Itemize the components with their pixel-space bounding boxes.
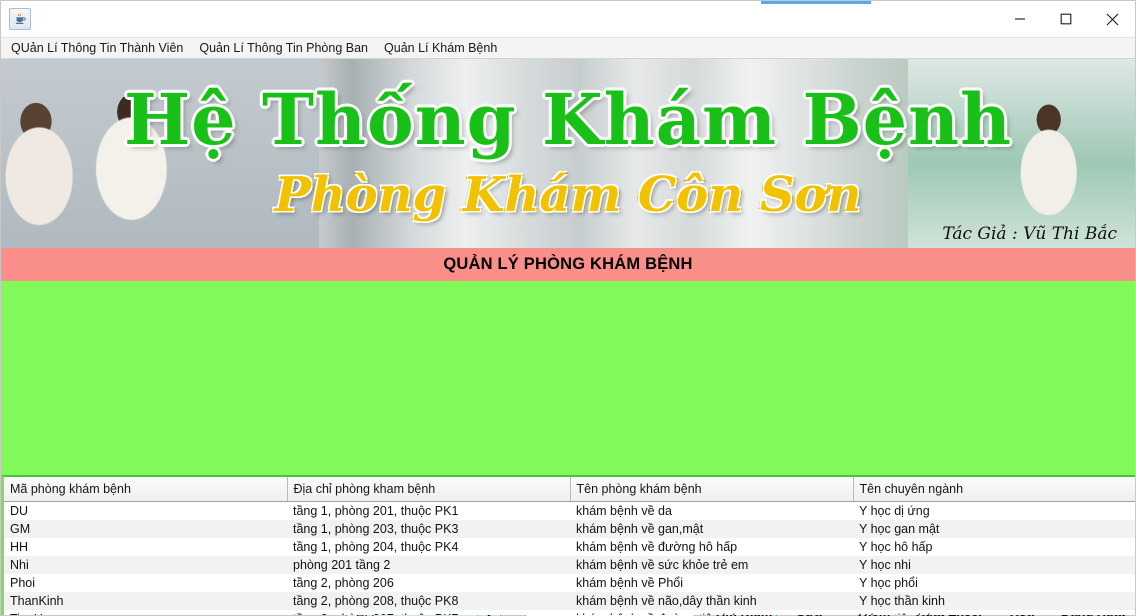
table-row[interactable]: Nhi phòng 201 tầng 2 khám bệnh về sức kh… xyxy=(4,556,1135,574)
cell-chuyen-nganh: Y học hô hấp xyxy=(853,538,1135,556)
results-table: Mã phòng khám bệnh Địa chỉ phòng kham bệ… xyxy=(4,477,1135,615)
table-row[interactable]: HH tầng 1, phòng 204, thuộc PK4 khám bện… xyxy=(4,538,1135,556)
cell-dia-chi: phòng 201 tầng 2 xyxy=(287,556,570,574)
table-header-row: Mã phòng khám bệnh Địa chỉ phòng kham bệ… xyxy=(4,477,1135,502)
maximize-icon[interactable] xyxy=(1043,1,1089,37)
cell-ten-phong: khám bệnh về da xyxy=(570,501,853,520)
column-header-ten-phong[interactable]: Tên phòng khám bệnh xyxy=(570,477,854,502)
title-accent-strip xyxy=(761,1,871,4)
menu-quan-li-thong-tin-thanh-vien[interactable]: QUản Lí Thông Tin Thành Viên xyxy=(11,41,183,55)
header-banner: Hệ Thống Khám Bệnh Phòng Khám Côn Sơn Tá… xyxy=(1,59,1135,248)
column-header-chuyen-nganh[interactable]: Tên chuyên ngành xyxy=(853,477,1135,502)
cell-chuyen-nganh: Y học tiêu hóa xyxy=(853,610,1135,615)
banner-author: Tác Giả : Vũ Thi Bắc xyxy=(942,224,1117,244)
cell-dia-chi: tầng 2, phòng 207, thuộc PK7 xyxy=(287,610,570,615)
cell-ten-phong: khám bệnh về sức khỏe trẻ em xyxy=(570,556,853,574)
cell-chuyen-nganh: Y học thần kinh xyxy=(853,592,1135,610)
table-row[interactable]: TieuHoa tầng 2, phòng 207, thuộc PK7 khá… xyxy=(4,610,1135,615)
title-bar xyxy=(1,1,1135,37)
cell-dia-chi: tầng 2, phòng 206 xyxy=(287,574,570,592)
application-window: QUản Lí Thông Tin Thành Viên Quản Lí Thô… xyxy=(0,0,1136,616)
cell-chuyen-nganh: Y học dị ứng xyxy=(853,501,1135,520)
results-table-container[interactable]: Mã phòng khám bệnh Địa chỉ phòng kham bệ… xyxy=(1,475,1135,615)
table-row[interactable]: DU tầng 1, phòng 201, thuộc PK1 khám bện… xyxy=(4,501,1135,520)
cell-dia-chi: tầng 2, phòng 208, thuộc PK8 xyxy=(287,592,570,610)
table-body: DU tầng 1, phòng 201, thuộc PK1 khám bện… xyxy=(4,501,1135,615)
page-title: QUẢN LÝ PHÒNG KHÁM BỆNH xyxy=(1,248,1135,281)
cell-ten-phong: khám bệnh về Phổi xyxy=(570,574,853,592)
cell-dia-chi: tầng 1, phòng 201, thuộc PK1 xyxy=(287,501,570,520)
cell-ma-phong: HH xyxy=(4,538,287,556)
column-header-dia-chi[interactable]: Địa chỉ phòng kham bệnh xyxy=(287,477,571,502)
cell-ma-phong: TieuHoa xyxy=(4,610,287,615)
column-header-ma-phong[interactable]: Mã phòng khám bệnh xyxy=(4,477,288,502)
table-row[interactable]: GM tầng 1, phòng 203, thuộc PK3 khám bện… xyxy=(4,520,1135,538)
banner-title: Hệ Thống Khám Bệnh xyxy=(124,78,1012,161)
java-coffee-cup-icon xyxy=(9,8,31,30)
menu-quan-li-thong-tin-phong-ban[interactable]: Quản Lí Thông Tin Phòng Ban xyxy=(199,41,368,55)
cell-ten-phong: khám bệnh về gan,mật xyxy=(570,520,853,538)
banner-subtitle: Phòng Khám Côn Sơn xyxy=(274,167,862,223)
cell-chuyen-nganh: Y học nhi xyxy=(853,556,1135,574)
cell-ma-phong: ThanKinh xyxy=(4,592,287,610)
close-icon[interactable] xyxy=(1089,1,1135,37)
table-row[interactable]: Phoi tầng 2, phòng 206 khám bệnh về Phổi… xyxy=(4,574,1135,592)
cell-chuyen-nganh: Y học gan mật xyxy=(853,520,1135,538)
cell-ma-phong: DU xyxy=(4,501,287,520)
cell-ten-phong: khám bệnh về đường tiêu hóa xyxy=(570,610,853,615)
cell-chuyen-nganh: Y học phổi xyxy=(853,574,1135,592)
cell-ten-phong: khám bệnh về đường hô hấp xyxy=(570,538,853,556)
cell-dia-chi: tầng 1, phòng 204, thuộc PK4 xyxy=(287,538,570,556)
menu-bar: QUản Lí Thông Tin Thành Viên Quản Lí Thô… xyxy=(1,37,1135,59)
table-row[interactable]: ThanKinh tầng 2, phòng 208, thuộc PK8 kh… xyxy=(4,592,1135,610)
cell-dia-chi: tầng 1, phòng 203, thuộc PK3 xyxy=(287,520,570,538)
cell-ma-phong: GM xyxy=(4,520,287,538)
cell-ma-phong: Phoi xyxy=(4,574,287,592)
form-panel: ALL Tìm Kiếm xyxy=(1,281,1135,616)
cell-ten-phong: khám bệnh về não,dây thần kinh xyxy=(570,592,853,610)
menu-quan-li-kham-benh[interactable]: Quản Lí Khám Bệnh xyxy=(384,41,497,55)
window-controls xyxy=(997,1,1135,37)
minimize-icon[interactable] xyxy=(997,1,1043,37)
cell-ma-phong: Nhi xyxy=(4,556,287,574)
